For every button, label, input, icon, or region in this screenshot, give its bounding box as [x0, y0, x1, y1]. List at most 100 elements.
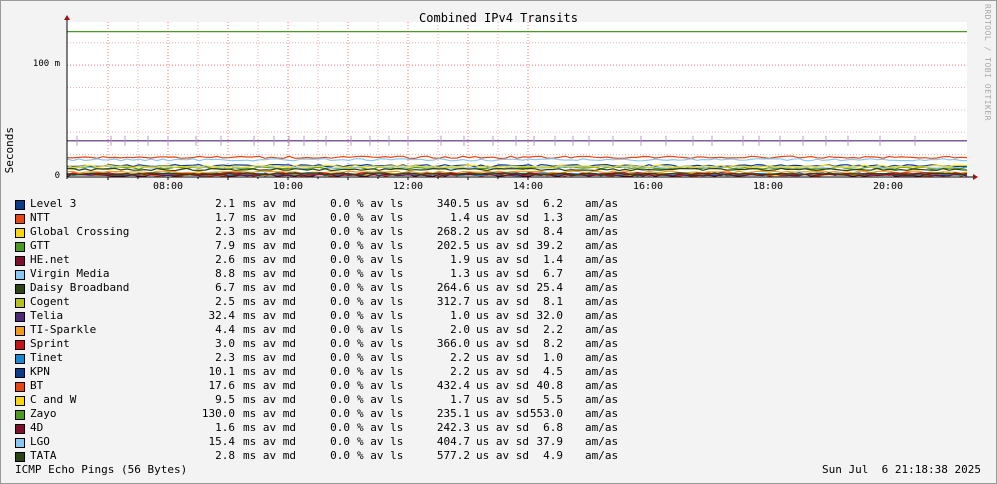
legend-loss-unit: % av ls: [357, 253, 404, 266]
legend-stddev-unit: us av sd: [476, 379, 529, 392]
legend-loss-unit: % av ls: [357, 323, 404, 336]
legend-stddev-unit: us av sd: [476, 449, 529, 462]
legend-ratio-unit: am/as: [585, 323, 619, 336]
x-tick-label: 08:00: [152, 181, 184, 192]
x-axis-arrow: [973, 174, 978, 180]
legend-loss-unit: % av ls: [357, 197, 404, 210]
legend-ratio-unit: am/as: [585, 253, 619, 266]
legend-median-value: 130.0: [201, 407, 235, 420]
legend-loss-value: 0.0: [330, 393, 350, 406]
legend-stddev-value: 2.0: [450, 323, 470, 336]
legend-median-unit: ms av md: [243, 239, 296, 252]
legend-loss-unit: % av ls: [357, 309, 404, 322]
legend-loss-value: 0.0: [330, 365, 350, 378]
legend-median-value: 4.4: [215, 323, 235, 336]
legend-ratio-unit: am/as: [585, 281, 619, 294]
legend-stddev-value: 404.7: [436, 435, 470, 448]
legend-stddev-value: 577.2: [436, 449, 470, 462]
legend-series-name: LGO: [30, 435, 50, 448]
legend-median-unit: ms av md: [243, 211, 296, 224]
legend-stddev-unit: us av sd: [476, 253, 529, 266]
legend-median-value: 9.5: [215, 393, 235, 406]
legend-ratio-value: 1.4: [543, 253, 563, 266]
legend-loss-unit: % av ls: [357, 379, 404, 392]
legend-loss-value: 0.0: [330, 449, 350, 462]
legend-stddev-value: 2.2: [450, 365, 470, 378]
legend-median-unit: ms av md: [243, 323, 296, 336]
legend-ratio-value: 8.1: [543, 295, 563, 308]
legend-loss-value: 0.0: [330, 239, 350, 252]
legend-series-name: BT: [30, 379, 44, 392]
legend-swatch: [15, 396, 25, 406]
legend-median-value: 2.3: [215, 225, 235, 238]
legend-median-value: 2.5: [215, 295, 235, 308]
legend-stddev-value: 235.1: [436, 407, 470, 420]
legend-loss-value: 0.0: [330, 323, 350, 336]
legend-swatch: [15, 452, 25, 462]
legend-loss-unit: % av ls: [357, 449, 404, 462]
legend-stddev-unit: us av sd: [476, 197, 529, 210]
y-tick-label: 0: [54, 171, 60, 181]
legend-stddev-value: 1.3: [450, 267, 470, 280]
legend-series-name: Cogent: [30, 295, 70, 308]
legend-swatch: [15, 214, 25, 224]
legend-median-value: 3.0: [215, 337, 235, 350]
legend-ratio-unit: am/as: [585, 239, 619, 252]
legend-median-value: 17.6: [208, 379, 236, 392]
legend-stddev-unit: us av sd: [476, 323, 529, 336]
legend-median-value: 15.4: [208, 435, 236, 448]
legend-median-value: 8.8: [215, 267, 235, 280]
legend-ratio-value: 6.2: [543, 197, 563, 210]
legend-series-name: TATA: [30, 449, 57, 462]
legend-median-unit: ms av md: [243, 435, 296, 448]
footer-timestamp: Sun Jul 6 21:18:38 2025: [822, 463, 981, 476]
legend-swatch: [15, 424, 25, 434]
legend-stddev-value: 2.2: [450, 351, 470, 364]
legend-ratio-unit: am/as: [585, 449, 619, 462]
legend-loss-unit: % av ls: [357, 239, 404, 252]
legend-loss-value: 0.0: [330, 421, 350, 434]
legend-ratio-unit: am/as: [585, 407, 619, 420]
legend-median-unit: ms av md: [243, 225, 296, 238]
legend-ratio-unit: am/as: [585, 225, 619, 238]
legend-ratio-unit: am/as: [585, 365, 619, 378]
legend-median-value: 2.1: [215, 197, 235, 210]
legend-loss-unit: % av ls: [357, 337, 404, 350]
legend-stddev-unit: us av sd: [476, 239, 529, 252]
legend-ratio-value: 4.5: [543, 365, 563, 378]
legend-ratio-unit: am/as: [585, 211, 619, 224]
legend-series-name: Sprint: [30, 337, 70, 350]
legend-loss-value: 0.0: [330, 379, 350, 392]
x-tick-label: 20:00: [872, 181, 904, 192]
legend-series-name: TI-Sparkle: [30, 323, 97, 336]
legend-ratio-value: 1.3: [543, 211, 563, 224]
legend-stddev-unit: us av sd: [476, 281, 529, 294]
plot-canvas: [67, 22, 967, 177]
legend-stddev-unit: us av sd: [476, 337, 529, 350]
legend-swatch: [15, 340, 25, 350]
legend-series-name: Daisy Broadband: [30, 281, 130, 294]
legend-loss-unit: % av ls: [357, 225, 404, 238]
legend-swatch: [15, 410, 25, 420]
legend-loss-unit: % av ls: [357, 267, 404, 280]
legend-ratio-value: 553.0: [529, 407, 563, 420]
legend-series-name: C and W: [30, 393, 77, 406]
legend-loss-unit: % av ls: [357, 211, 404, 224]
legend-stddev-unit: us av sd: [476, 421, 529, 434]
legend-swatch: [15, 270, 25, 280]
legend-series-name: Virgin Media: [30, 267, 110, 280]
legend-swatch: [15, 284, 25, 294]
legend-ratio-value: 37.9: [536, 435, 564, 448]
legend-stddev-unit: us av sd: [476, 295, 529, 308]
legend-swatch: [15, 326, 25, 336]
legend-stddev-value: 1.0: [450, 309, 470, 322]
legend-loss-value: 0.0: [330, 309, 350, 322]
legend-loss-unit: % av ls: [357, 393, 404, 406]
legend-swatch: [15, 382, 25, 392]
legend-series-name: Global Crossing: [30, 225, 130, 238]
legend-series-name: Telia: [30, 309, 64, 322]
legend-ratio-unit: am/as: [585, 197, 619, 210]
legend-loss-unit: % av ls: [357, 407, 404, 420]
legend-ratio-unit: am/as: [585, 379, 619, 392]
legend-stddev-unit: us av sd: [476, 407, 529, 420]
